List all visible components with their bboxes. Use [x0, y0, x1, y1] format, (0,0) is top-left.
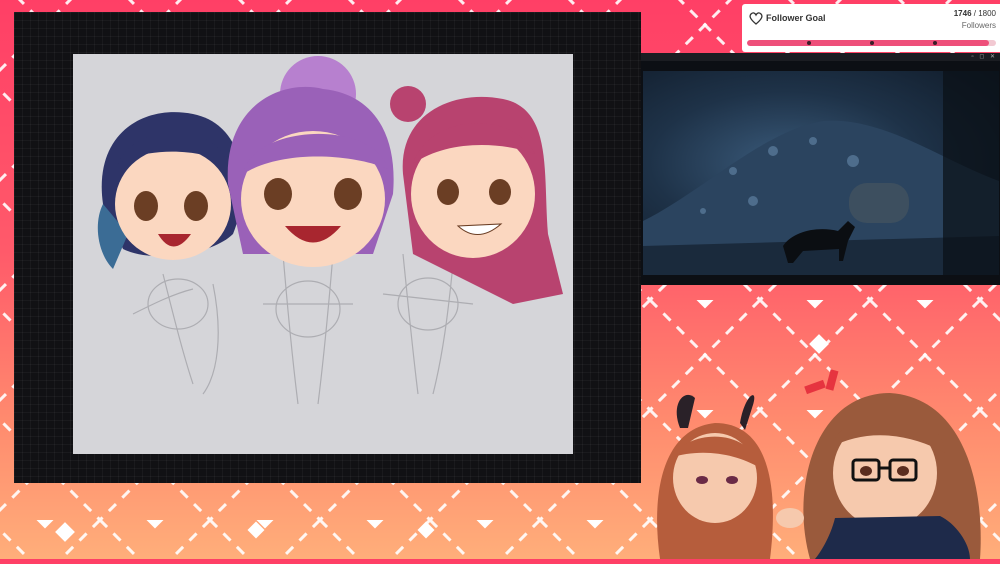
- streamer-avatars: [640, 368, 1000, 559]
- drawing-canvas[interactable]: [73, 54, 573, 454]
- window-controls[interactable]: ▫ ◻ ✕: [972, 53, 997, 60]
- video-titlebar[interactable]: ▫ ◻ ✕: [641, 53, 1000, 61]
- video-window[interactable]: ▫ ◻ ✕: [641, 53, 1000, 285]
- follower-count-target: 1800: [978, 9, 996, 18]
- follower-goal-widget: Follower Goal 1746 / 1800 Followers: [742, 4, 1000, 52]
- follower-goal-progress-fill: [747, 40, 989, 46]
- follower-goal-label: Follower Goal: [766, 13, 826, 23]
- follower-goal-unit: Followers: [961, 21, 996, 30]
- chibi-artwork: [97, 56, 563, 405]
- barrel: [849, 183, 909, 223]
- heart-outline-icon: [749, 12, 763, 25]
- follower-count-current: 1746: [953, 9, 972, 18]
- progress-marker: [807, 41, 811, 45]
- progress-marker: [933, 41, 937, 45]
- follower-goal-count: 1746 / 1800: [954, 9, 996, 18]
- video-frame[interactable]: [643, 71, 999, 275]
- video-scene: [643, 71, 999, 275]
- avatar-illustration: [657, 369, 981, 559]
- progress-marker: [870, 41, 874, 45]
